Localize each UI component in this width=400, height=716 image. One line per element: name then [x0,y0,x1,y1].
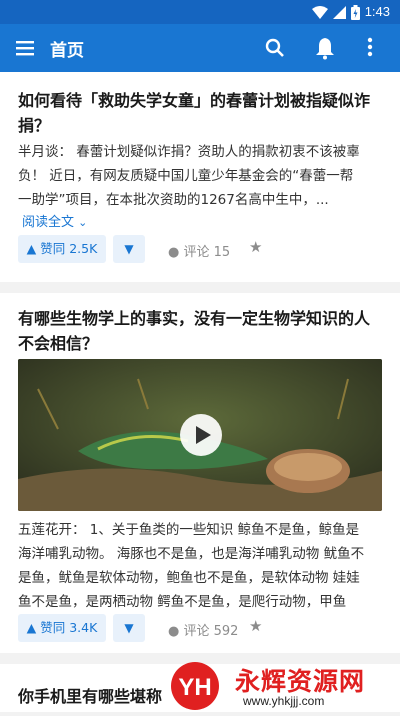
more-vert-icon[interactable] [366,36,374,58]
downvote-icon: ▼ [124,621,134,635]
watermark-url: www.yhkjjj.com [243,694,325,708]
favorite-icon[interactable]: ★ [249,617,262,635]
excerpt-line: 负！ 近日，有网友质疑中国儿童少年基金会的“春蕾一帮 [18,168,354,184]
comment-label: 评论 15 [183,245,231,260]
downvote-button[interactable]: ▼ [113,235,145,263]
favorite-icon[interactable]: ★ [249,238,262,256]
page-title: 首页 [50,41,84,61]
downvote-button[interactable]: ▼ [113,614,145,642]
video-thumbnail[interactable] [18,359,382,511]
watermark-logo: YH [171,662,219,710]
question-title-line: 你手机里有哪些堪称 [18,687,163,706]
comment-icon: ● [168,624,180,639]
question-title-line: 不会相信？ [18,334,99,353]
question-title-line: 捐？ [18,116,51,135]
comment-button[interactable]: ● 评论 15 [168,241,230,260]
feed-card[interactable]: 有哪些生物学上的事实，没有一定生物学知识的人 不会相信？ 五莲花开： 1、关于鱼… [0,293,400,653]
comment-icon: ● [168,245,180,260]
play-icon [196,426,211,444]
menu-icon[interactable] [14,37,36,59]
watermark-logo-text: YH [178,674,211,701]
excerpt-line: 海洋哺乳动物。 海豚也不是鱼，也是海洋哺乳动物 鱿鱼不 [18,546,365,562]
status-bar: 1:43 [0,0,400,24]
question-title[interactable]: 有哪些生物学上的事实，没有一定生物学知识的人 不会相信？ [18,306,382,356]
question-title-line: 如何看待「救助失学女童」的春蕾计划被指疑似诈 [18,91,371,110]
question-title-line: 有哪些生物学上的事实，没有一定生物学知识的人 [18,309,371,328]
watermark: YH 永辉资源网 www.yhkjjj.com [165,660,400,716]
excerpt-line: 鱼不是鱼，是两栖动物 鳄鱼不是鱼，是爬行动物，甲鱼 [18,594,347,610]
upvote-button[interactable]: ▲ 赞同 2.5K [18,235,106,263]
read-all-link[interactable]: 阅读全文 ⌄ [22,211,87,230]
excerpt-line: 一助学”项目，在本批次资助的1267名高中生中，... [18,192,329,208]
answer-excerpt[interactable]: 半月谈： 春蕾计划疑似诈捐？资助人的捐款初衷不该被辜 负！ 近日，有网友质疑中国… [18,140,384,212]
app-bar: 首页 [0,24,400,72]
excerpt-line: 半月谈： 春蕾计划疑似诈捐？资助人的捐款初衷不该被辜 [18,144,360,160]
comment-label: 评论 592 [183,624,239,639]
battery-icon [351,5,360,20]
play-button[interactable] [180,414,222,456]
upvote-label: ▲ 赞同 3.4K [26,620,98,635]
upvote-button[interactable]: ▲ 赞同 3.4K [18,614,106,642]
bell-icon[interactable] [315,36,335,60]
search-icon[interactable] [264,37,286,59]
feed-card[interactable]: 如何看待「救助失学女童」的春蕾计划被指疑似诈 捐？ 半月谈： 春蕾计划疑似诈捐？… [0,72,400,282]
upvote-label: ▲ 赞同 2.5K [26,241,98,256]
chevron-down-icon: ⌄ [78,216,88,229]
signal-icon [333,6,346,19]
downvote-icon: ▼ [124,242,134,256]
comment-button[interactable]: ● 评论 592 [168,620,238,639]
excerpt-line: 五莲花开： 1、关于鱼类的一些知识 鲸鱼不是鱼，鲸鱼是 [18,522,360,538]
status-time: 1:43 [364,4,390,19]
excerpt-line: 是鱼，鱿鱼是软体动物，鲍鱼也不是鱼，是软体动物 娃娃 [18,570,360,586]
read-all-label: 阅读全文 [22,215,75,230]
question-title[interactable]: 如何看待「救助失学女童」的春蕾计划被指疑似诈 捐？ [18,88,382,138]
watermark-name: 永辉资源网 [235,667,366,696]
answer-excerpt[interactable]: 五莲花开： 1、关于鱼类的一些知识 鲸鱼不是鱼，鲸鱼是 海洋哺乳动物。 海豚也不… [18,518,384,614]
wifi-icon [312,6,328,19]
